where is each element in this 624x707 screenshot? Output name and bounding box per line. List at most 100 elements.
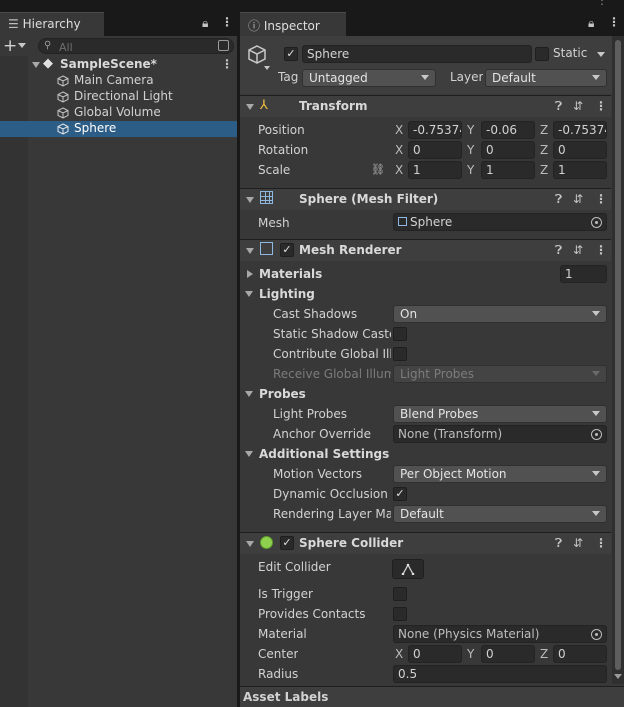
axis-x-label[interactable]: X <box>395 163 403 177</box>
center-y-field[interactable]: 0 <box>481 645 535 663</box>
rotation-z-field[interactable]: 0 <box>553 141 607 159</box>
more-icon[interactable]: ⋮ <box>595 192 607 206</box>
collapse-arrow-icon[interactable] <box>246 541 254 547</box>
preset-icon[interactable]: ⇵ <box>573 192 583 206</box>
object-picker-icon[interactable] <box>591 629 602 640</box>
chevron-down-icon[interactable] <box>597 52 605 57</box>
tree-row-directional-light[interactable]: Directional Light <box>0 89 237 105</box>
static-checkbox[interactable] <box>535 47 549 61</box>
cast-shadows-dropdown[interactable]: On <box>393 305 607 323</box>
more-icon[interactable]: ⋮ <box>608 16 620 28</box>
anchor-override-field[interactable]: None (Transform) <box>393 425 607 443</box>
preset-icon[interactable]: ⇵ <box>573 243 583 257</box>
collapse-arrow-icon[interactable] <box>245 291 253 297</box>
probes-label[interactable]: Probes <box>259 387 306 401</box>
help-icon[interactable]: ❓︎ <box>555 99 562 114</box>
mesh-filter-header[interactable]: Sphere (Mesh Filter) ❓︎ ⇵ ⋮ <box>240 188 611 210</box>
edit-collider-button[interactable] <box>392 559 424 579</box>
more-icon[interactable]: ⋮ <box>596 0 608 6</box>
tag-dropdown[interactable]: Untagged <box>302 69 436 87</box>
center-x-field[interactable]: 0 <box>408 645 462 663</box>
link-icon[interactable]: ⛓ <box>371 163 385 176</box>
preset-icon[interactable]: ⇵ <box>573 99 583 113</box>
is-trigger-checkbox[interactable] <box>393 587 407 601</box>
rendering-layer-dropdown[interactable]: Default <box>393 505 607 523</box>
add-button[interactable]: + <box>3 37 17 55</box>
more-icon[interactable]: ⋮ <box>595 243 607 257</box>
asset-labels-bar[interactable]: Asset Labels <box>240 686 624 707</box>
axis-y-label[interactable]: Y <box>467 143 474 157</box>
sphere-collider-header[interactable]: ✓ Sphere Collider ❓︎ ⇵ ⋮ <box>240 532 611 554</box>
mesh-field[interactable]: Sphere <box>393 213 607 231</box>
gameobject-cube-icon[interactable] <box>246 44 268 66</box>
sphere-collider-enabled-checkbox[interactable]: ✓ <box>280 536 294 550</box>
mesh-renderer-enabled-checkbox[interactable]: ✓ <box>280 243 294 257</box>
materials-label[interactable]: Materials <box>259 267 322 281</box>
motion-vectors-dropdown[interactable]: Per Object Motion <box>393 465 607 483</box>
chevron-down-icon[interactable] <box>264 66 270 70</box>
object-picker-icon[interactable] <box>591 429 602 440</box>
transform-header[interactable]: ⅄ Transform ❓︎ ⇵ ⋮ <box>240 95 611 117</box>
help-icon[interactable]: ❓︎ <box>555 243 562 258</box>
scale-z-field[interactable]: 1 <box>553 161 607 179</box>
materials-count-field[interactable]: 1 <box>560 265 607 283</box>
axis-y-label[interactable]: Y <box>467 123 474 137</box>
object-picker-icon[interactable] <box>591 217 602 228</box>
scale-x-field[interactable]: 1 <box>408 161 462 179</box>
tree-row-main-camera[interactable]: Main Camera <box>0 73 237 89</box>
axis-z-label[interactable]: Z <box>540 123 548 137</box>
active-checkbox[interactable]: ✓ <box>284 47 298 61</box>
more-icon[interactable]: ⋮ <box>221 57 233 71</box>
lighting-label[interactable]: Lighting <box>259 287 315 301</box>
scale-y-field[interactable]: 1 <box>481 161 535 179</box>
collapse-arrow-icon[interactable] <box>246 104 254 110</box>
tab-hierarchy[interactable]: ☰ Hierarchy <box>0 12 104 36</box>
lock-icon[interactable]: 🔒︎ <box>202 17 208 29</box>
preset-icon[interactable]: ⇵ <box>573 536 583 550</box>
layer-dropdown[interactable]: Default <box>485 69 607 87</box>
collapse-arrow-icon[interactable] <box>245 391 253 397</box>
help-icon[interactable]: ❓︎ <box>555 536 562 551</box>
more-icon[interactable]: ⋮ <box>221 16 233 28</box>
light-probes-dropdown[interactable]: Blend Probes <box>393 405 607 423</box>
expand-arrow-icon[interactable] <box>247 270 253 278</box>
scrollbar-thumb[interactable] <box>615 40 621 670</box>
physics-material-field[interactable]: None (Physics Material) <box>393 625 607 643</box>
center-z-field[interactable]: 0 <box>553 645 607 663</box>
tree-row-global-volume[interactable]: Global Volume <box>0 105 237 121</box>
mesh-renderer-header[interactable]: ✓ Mesh Renderer ❓︎ ⇵ ⋮ <box>240 239 611 261</box>
lock-icon[interactable]: 🔒︎ <box>588 17 594 29</box>
additional-settings-label[interactable]: Additional Settings <box>259 447 389 461</box>
axis-z-label[interactable]: Z <box>540 143 548 157</box>
radius-field[interactable]: 0.5 <box>393 665 607 683</box>
collapse-arrow-icon[interactable] <box>245 451 253 457</box>
rotation-y-field[interactable]: 0 <box>481 141 535 159</box>
dynamic-occlusion-checkbox[interactable]: ✓ <box>393 487 407 501</box>
position-x-field[interactable]: -0.75374 <box>408 121 462 139</box>
axis-y-label[interactable]: Y <box>467 647 474 661</box>
tab-inspector[interactable]: ⓘ Inspector <box>240 12 346 36</box>
tree-row-scene[interactable]: ◆ SampleScene* ⋮ <box>0 56 237 73</box>
static-shadow-checkbox[interactable] <box>393 327 407 341</box>
position-z-field[interactable]: -0.75374 <box>553 121 607 139</box>
axis-x-label[interactable]: X <box>395 123 403 137</box>
help-icon[interactable]: ❓︎ <box>555 192 562 207</box>
axis-z-label[interactable]: Z <box>540 647 548 661</box>
collapse-arrow-icon[interactable] <box>246 197 254 203</box>
more-icon[interactable]: ⋮ <box>595 99 607 113</box>
scrollbar-track[interactable] <box>612 36 624 684</box>
axis-z-label[interactable]: Z <box>540 163 548 177</box>
provides-contacts-checkbox[interactable] <box>393 607 407 621</box>
position-y-field[interactable]: -0.06 <box>481 121 535 139</box>
tree-row-sphere[interactable]: Sphere <box>0 121 237 137</box>
search-input[interactable]: ⚲ All <box>38 38 234 54</box>
scroll-down-icon[interactable] <box>614 674 622 679</box>
axis-x-label[interactable]: X <box>395 647 403 661</box>
search-filter-icon[interactable] <box>218 40 229 51</box>
axis-x-label[interactable]: X <box>395 143 403 157</box>
axis-y-label[interactable]: Y <box>467 163 474 177</box>
collapse-arrow-icon[interactable] <box>32 62 40 68</box>
chevron-down-icon[interactable] <box>18 43 26 48</box>
object-name-field[interactable]: Sphere <box>302 45 532 63</box>
more-icon[interactable]: ⋮ <box>595 536 607 550</box>
